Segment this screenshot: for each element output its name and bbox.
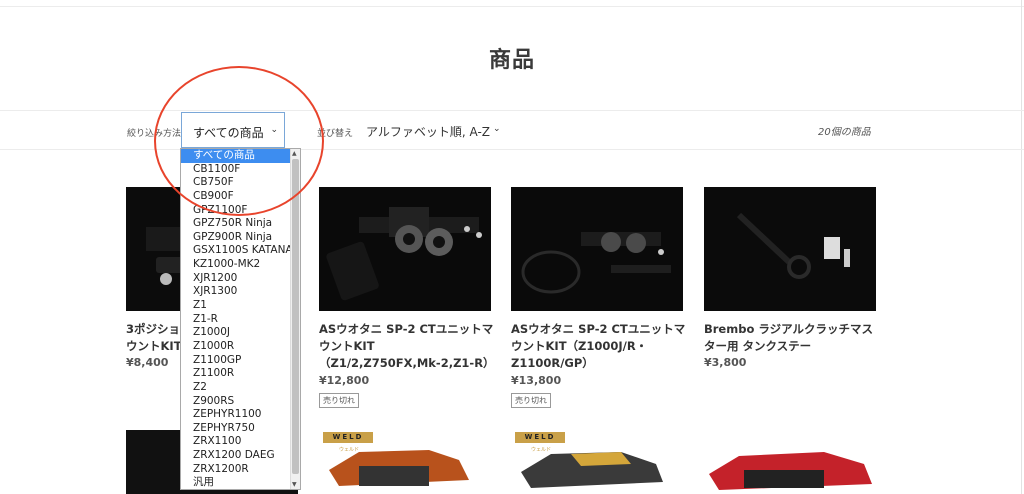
weld-sub: ウェルド bbox=[339, 447, 360, 453]
weld-logo: WELD bbox=[515, 432, 565, 443]
sort-select[interactable]: アルファベット順, A-Z bbox=[366, 123, 490, 140]
product-price: ¥8,400 bbox=[126, 356, 169, 369]
top-divider bbox=[0, 6, 1024, 7]
product-title[interactable]: ASウオタニ SP-2 CTユニットマウントKIT（Z1000J/R・Z1100… bbox=[511, 321, 686, 372]
dropdown-option[interactable]: CB750F bbox=[181, 176, 300, 190]
filter-select[interactable]: すべての商品 ⌄ bbox=[181, 112, 285, 148]
dropdown-option[interactable]: XJR1200 bbox=[181, 272, 300, 286]
product-price: ¥12,800 bbox=[319, 374, 370, 387]
dropdown-option[interactable]: GPZ1100F bbox=[181, 204, 300, 218]
dropdown-option[interactable]: 汎用 bbox=[181, 476, 300, 489]
page-title: 商品 bbox=[488, 48, 535, 73]
dropdown-scrollbar[interactable]: ▲ ▼ bbox=[290, 149, 300, 489]
dropdown-option[interactable]: GSX1100S KATANA bbox=[181, 244, 300, 258]
right-divider bbox=[1021, 0, 1022, 494]
dropdown-option[interactable]: Z900RS bbox=[181, 395, 300, 409]
dropdown-option[interactable]: Z1100R bbox=[181, 367, 300, 381]
scrollbar-thumb[interactable] bbox=[292, 159, 299, 474]
dropdown-option[interactable]: GPZ750R Ninja bbox=[181, 217, 300, 231]
product-title[interactable]: Brembo ラジアルクラッチマスター用 タンクステー bbox=[704, 321, 879, 355]
product-image[interactable] bbox=[319, 187, 491, 311]
dropdown-option[interactable]: CB1100F bbox=[181, 163, 300, 177]
triangle-up-icon[interactable]: ▲ bbox=[292, 150, 297, 157]
soldout-badge: 売り切れ bbox=[511, 393, 551, 408]
dropdown-option[interactable]: Z1 bbox=[181, 299, 300, 313]
product-image[interactable]: WELD ウェルド bbox=[511, 430, 683, 494]
dropdown-option[interactable]: Z1100GP bbox=[181, 354, 300, 368]
product-title[interactable]: ASウオタニ SP-2 CTユニットマウントKIT（Z1/2,Z750FX,Mk… bbox=[319, 321, 495, 372]
dropdown-option[interactable]: Z1000R bbox=[181, 340, 300, 354]
dropdown-option[interactable]: ZRX1200R bbox=[181, 463, 300, 477]
product-price: ¥3,800 bbox=[704, 356, 747, 369]
dropdown-option[interactable]: KZ1000-MK2 bbox=[181, 258, 300, 272]
product-image[interactable] bbox=[511, 187, 683, 311]
dropdown-option[interactable]: CB900F bbox=[181, 190, 300, 204]
dropdown-option[interactable]: ZEPHYR750 bbox=[181, 422, 300, 436]
dropdown-option[interactable]: Z1-R bbox=[181, 313, 300, 327]
weld-sub: ウェルド bbox=[531, 447, 552, 453]
filter-selected-value: すべての商品 bbox=[193, 126, 264, 140]
product-image[interactable] bbox=[704, 187, 876, 311]
dropdown-option[interactable]: ZEPHYR1100 bbox=[181, 408, 300, 422]
dropdown-option[interactable]: Z1000J bbox=[181, 326, 300, 340]
soldout-badge: 売り切れ bbox=[319, 393, 359, 408]
chevron-down-icon: ⌄ bbox=[270, 125, 278, 135]
dropdown-option[interactable]: すべての商品 bbox=[181, 149, 300, 163]
product-price: ¥13,800 bbox=[511, 374, 562, 387]
product-count: 20個の商品 bbox=[818, 127, 871, 138]
weld-logo: WELD bbox=[323, 432, 373, 443]
chevron-down-icon[interactable]: ⌄ bbox=[493, 124, 501, 134]
filter-label: 絞り込み方法 bbox=[127, 129, 182, 139]
sort-label: 並び替え bbox=[317, 129, 354, 139]
dropdown-option[interactable]: XJR1300 bbox=[181, 285, 300, 299]
filter-dropdown-list[interactable]: すべての商品 CB1100F CB750F CB900F GPZ1100F GPZ750R… bbox=[180, 148, 301, 490]
dropdown-option[interactable]: Z2 bbox=[181, 381, 300, 395]
product-image[interactable] bbox=[704, 430, 876, 494]
product-image[interactable]: WELD ウェルド bbox=[319, 430, 491, 494]
dropdown-option[interactable]: GPZ900R Ninja bbox=[181, 231, 300, 245]
triangle-down-icon[interactable]: ▼ bbox=[292, 481, 297, 488]
dropdown-option[interactable]: ZRX1200 DAEG bbox=[181, 449, 300, 463]
dropdown-option[interactable]: ZRX1100 bbox=[181, 435, 300, 449]
